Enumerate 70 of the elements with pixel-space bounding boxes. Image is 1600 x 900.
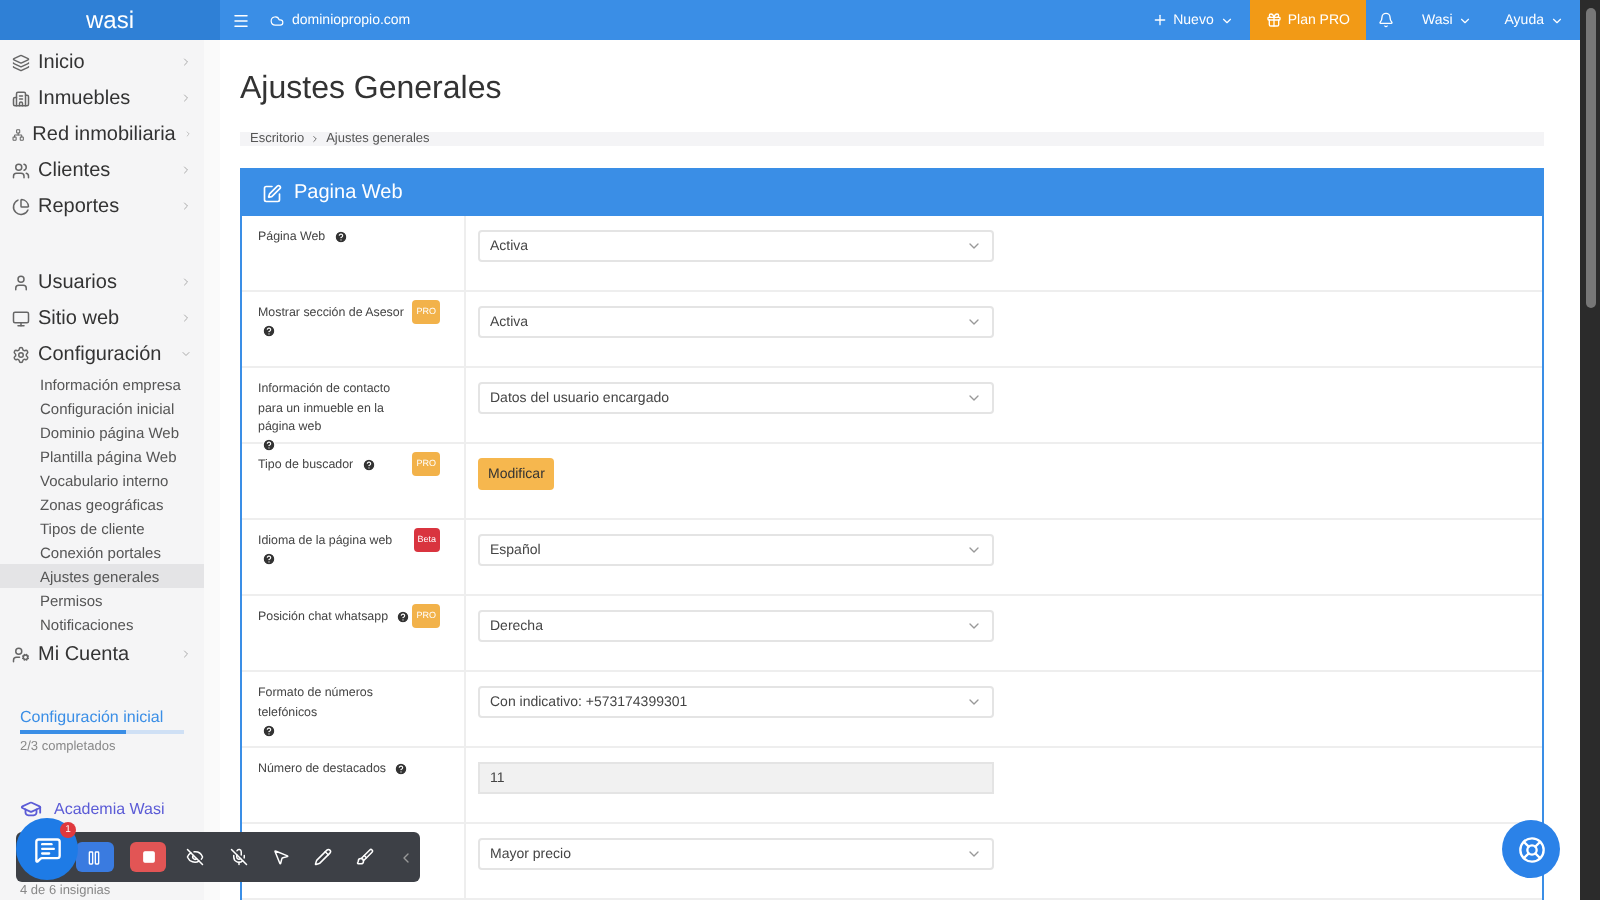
pause-button[interactable]: [76, 842, 114, 872]
nav-item[interactable]: Mi Cuenta: [0, 636, 204, 672]
scrollbar-thumb[interactable]: [1585, 8, 1595, 308]
nav-item[interactable]: Clientes: [0, 152, 204, 188]
mic-off-icon: [229, 848, 248, 866]
logo[interactable]: wasi: [0, 0, 220, 40]
help-icon[interactable]: [396, 609, 411, 624]
pointer-icon: [271, 848, 290, 866]
help-icon[interactable]: [361, 457, 376, 472]
pause-icon: [86, 849, 103, 865]
nav-item[interactable]: Inmuebles: [0, 80, 204, 116]
nav-icon: [12, 89, 30, 107]
graduation-cap-icon: [20, 798, 42, 820]
chevron-right-icon: [180, 312, 192, 324]
help-icon[interactable]: [262, 324, 276, 339]
nav-item[interactable]: Red inmobiliaria: [0, 116, 204, 152]
help-icon[interactable]: [262, 438, 276, 453]
chevron-down-icon: [966, 846, 982, 862]
chevron-right-icon: [310, 134, 321, 144]
chevron-right-icon: [180, 276, 192, 288]
nav-icon: [12, 345, 30, 363]
help-icon[interactable]: [262, 552, 276, 567]
plus-icon: [1151, 12, 1168, 28]
chevron-down-icon: [1550, 13, 1564, 27]
chevron-right-icon: [180, 92, 192, 104]
menu-icon[interactable]: [232, 11, 250, 29]
help-icon[interactable]: [262, 723, 276, 738]
chevron-down-icon: [966, 618, 982, 634]
chevron-down-icon: [1458, 13, 1473, 27]
gift-icon: [1265, 12, 1282, 28]
chevron-down-icon: [966, 314, 982, 330]
nav-icon: [12, 309, 30, 327]
chevron-right-icon: [180, 200, 192, 212]
chat-icon: [33, 835, 61, 863]
nav-item[interactable]: Inicio: [0, 44, 204, 80]
eye-off-icon: [186, 848, 205, 866]
nav-item[interactable]: Usuarios: [0, 264, 204, 300]
edit-icon: [262, 183, 282, 203]
stop-icon: [141, 850, 156, 864]
panel-title: Pagina Web: [294, 182, 403, 204]
chevron-down-icon: [180, 348, 192, 360]
nav-item[interactable]: Configuración: [0, 336, 204, 372]
chevron-down-icon: [966, 390, 982, 406]
brush-icon: [355, 848, 374, 866]
bell-icon[interactable]: [1377, 12, 1394, 28]
chevron-right-icon: [180, 164, 192, 176]
academy-link[interactable]: Academia Wasi: [54, 800, 165, 818]
chevron-right-icon: [183, 128, 192, 140]
chevron-right-icon: [180, 648, 192, 660]
nav-item[interactable]: Reportes: [0, 188, 204, 224]
nav-icon: [12, 161, 30, 179]
help-icon[interactable]: [333, 229, 348, 244]
chevron-right-icon: [180, 56, 192, 68]
lifebuoy-icon: [1517, 835, 1545, 863]
help-icon[interactable]: [393, 761, 408, 776]
nav-icon: [12, 197, 30, 215]
nav-icon: [12, 125, 25, 143]
chevron-down-icon: [966, 238, 982, 254]
pencil-icon: [313, 848, 332, 866]
page-title: Ajustes Generales: [240, 72, 504, 108]
nav-item[interactable]: Sitio web: [0, 300, 204, 336]
support-button[interactable]: [1502, 820, 1560, 878]
stop-button[interactable]: [129, 842, 167, 872]
nav-icon: [12, 53, 30, 71]
nav-icon: [12, 645, 30, 663]
nav-icon: [12, 273, 30, 291]
chevron-down-icon: [966, 694, 982, 710]
cloud-icon: [270, 13, 284, 27]
chevron-down-icon: [1219, 13, 1234, 27]
chevron-down-icon: [966, 542, 982, 558]
